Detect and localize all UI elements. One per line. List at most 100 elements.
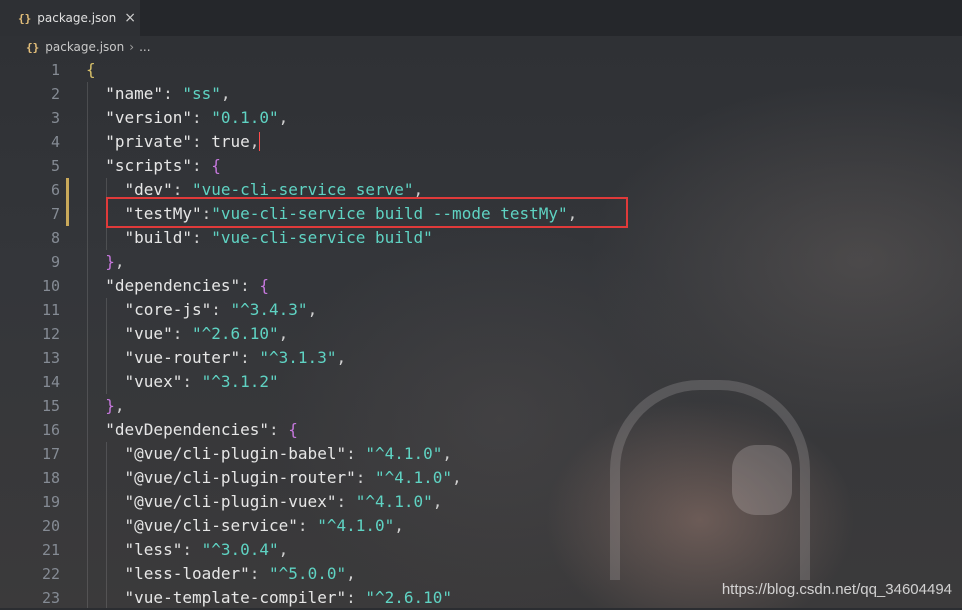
tab-label: package.json [37, 11, 117, 25]
line-number: 21 [41, 541, 60, 559]
punctuation: : [163, 84, 183, 103]
code-text: "vue-template-compiler": "^2.6.10" [86, 586, 453, 610]
code-line[interactable]: 21 "less": "^3.0.4", [0, 538, 962, 562]
code-line[interactable]: 3 "version": "0.1.0", [0, 106, 962, 130]
json-string: "^4.1.0" [374, 468, 453, 487]
code-line[interactable]: 9 }, [0, 250, 962, 274]
code-line[interactable]: 20 "@vue/cli-service": "^4.1.0", [0, 514, 962, 538]
code-line[interactable]: 10 "dependencies": { [0, 274, 962, 298]
line-number: 9 [50, 253, 60, 271]
code-line[interactable]: 12 "vue": "^2.6.10", [0, 322, 962, 346]
punctuation: : [191, 156, 212, 175]
code-text: "@vue/cli-plugin-vuex": "^4.1.0", [86, 490, 443, 514]
json-string: "^4.1.0" [355, 492, 433, 511]
punctuation: , [307, 300, 318, 319]
line-number: 15 [41, 397, 60, 415]
json-key: "dependencies" [105, 276, 241, 295]
json-string: "^2.6.10" [191, 324, 279, 343]
close-icon[interactable]: × [124, 10, 136, 26]
code-editor[interactable]: 1{2 "name": "ss", 3 "version": "0.1.0", 4 … [0, 58, 962, 608]
json-key: "vue-router" [124, 348, 241, 367]
code-text: "@vue/cli-plugin-router": "^4.1.0", [86, 466, 462, 490]
brace: { [288, 420, 298, 439]
json-key: "@vue/cli-plugin-vuex" [124, 492, 337, 511]
tab-bar: {} package.json × [0, 0, 962, 36]
json-key: "vuex" [124, 372, 183, 391]
code-line[interactable]: 18 "@vue/cli-plugin-router": "^4.1.0", [0, 466, 962, 490]
punctuation: : [336, 492, 356, 511]
json-key: "version" [105, 108, 192, 127]
json-key: "scripts" [105, 156, 192, 175]
json-string: "vue-cli-service build" [211, 228, 433, 247]
punctuation: : [249, 564, 270, 583]
punctuation: : [346, 444, 366, 463]
json-key: "core-js" [124, 300, 212, 319]
punctuation: , [249, 132, 260, 151]
modified-line-marker [66, 178, 69, 202]
punctuation: : [240, 348, 260, 367]
code-line[interactable]: 19 "@vue/cli-plugin-vuex": "^4.1.0", [0, 490, 962, 514]
json-string: "^3.1.3" [259, 348, 337, 367]
json-key: "@vue/cli-plugin-babel" [124, 444, 347, 463]
punctuation: : [182, 372, 202, 391]
line-number: 17 [41, 445, 60, 463]
line-number: 3 [50, 109, 60, 127]
punctuation: , [278, 108, 289, 127]
json-file-icon: {} [26, 40, 40, 54]
code-line[interactable]: 8 "build": "vue-cli-service build" [0, 226, 962, 250]
line-number: 5 [50, 157, 60, 175]
json-string: "^3.1.2" [201, 372, 279, 391]
punctuation: : [191, 228, 212, 247]
breadcrumb-more[interactable]: ... [139, 40, 150, 54]
line-number: 6 [50, 181, 60, 199]
code-line[interactable]: 5 "scripts": { [0, 154, 962, 178]
punctuation: : [297, 516, 318, 535]
code-text: "less": "^3.0.4", [86, 538, 289, 562]
json-key: "vue-template-compiler" [124, 588, 347, 607]
tab-package-json[interactable]: {} package.json × [0, 0, 140, 36]
code-text: "build": "vue-cli-service build" [86, 226, 433, 250]
json-string: "^4.1.0" [365, 444, 443, 463]
punctuation: : [191, 108, 212, 127]
highlight-box [106, 197, 628, 228]
code-line[interactable]: 13 "vue-router": "^3.1.3", [0, 346, 962, 370]
breadcrumb-file[interactable]: package.json [45, 40, 124, 54]
code-text: "name": "ss", [86, 82, 230, 106]
json-key: "less-loader" [124, 564, 250, 583]
brace: { [86, 60, 96, 79]
code-line[interactable]: 1{ [0, 58, 962, 82]
code-line[interactable]: 17 "@vue/cli-plugin-babel": "^4.1.0", [0, 442, 962, 466]
json-key: "less" [124, 540, 183, 559]
punctuation: , [114, 252, 125, 271]
code-line[interactable]: 15 }, [0, 394, 962, 418]
code-line[interactable]: 11 "core-js": "^3.4.3", [0, 298, 962, 322]
code-line[interactable]: 14 "vuex": "^3.1.2" [0, 370, 962, 394]
punctuation: : [182, 540, 202, 559]
punctuation: : [240, 276, 260, 295]
punctuation: , [278, 324, 289, 343]
chevron-right-icon: › [129, 40, 135, 54]
code-text: }, [86, 394, 124, 418]
code-text: "private": true, [86, 130, 261, 154]
json-string: "^3.0.4" [201, 540, 279, 559]
punctuation: , [432, 492, 443, 511]
code-text: "@vue/cli-plugin-babel": "^4.1.0", [86, 442, 453, 466]
json-key: "name" [105, 84, 164, 103]
code-line[interactable]: 4 "private": true, [0, 130, 962, 154]
code-line[interactable]: 16 "devDependencies": { [0, 418, 962, 442]
punctuation: : [269, 420, 289, 439]
line-number: 20 [41, 517, 60, 535]
code-text: "core-js": "^3.4.3", [86, 298, 318, 322]
code-line[interactable]: 2 "name": "ss", [0, 82, 962, 106]
json-key: "private" [105, 132, 192, 151]
